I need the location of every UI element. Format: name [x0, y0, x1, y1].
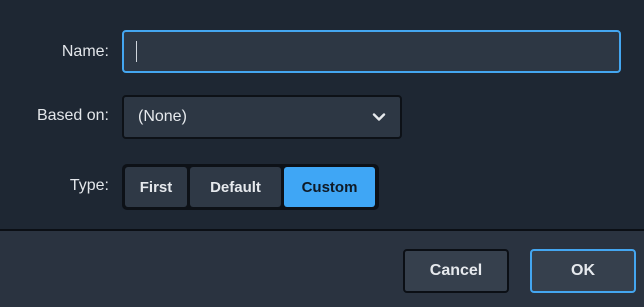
based-on-label: Based on:	[36, 107, 109, 124]
type-option-first[interactable]: First	[125, 167, 187, 207]
ok-button[interactable]: OK	[530, 249, 636, 293]
based-on-dropdown[interactable]: (None)	[122, 95, 402, 139]
based-on-value: (None)	[138, 108, 187, 125]
name-input[interactable]	[122, 30, 621, 73]
name-label: Name:	[61, 43, 109, 60]
chevron-down-icon	[372, 112, 386, 122]
type-label: Type:	[69, 177, 109, 194]
cancel-button[interactable]: Cancel	[403, 249, 509, 293]
type-segmented-control: First Default Custom	[122, 164, 379, 210]
type-option-default[interactable]: Default	[190, 167, 281, 207]
text-caret	[136, 41, 137, 62]
new-item-dialog: Name: Based on: (None) Type: First Defau…	[0, 0, 644, 307]
type-option-custom[interactable]: Custom	[284, 167, 375, 207]
